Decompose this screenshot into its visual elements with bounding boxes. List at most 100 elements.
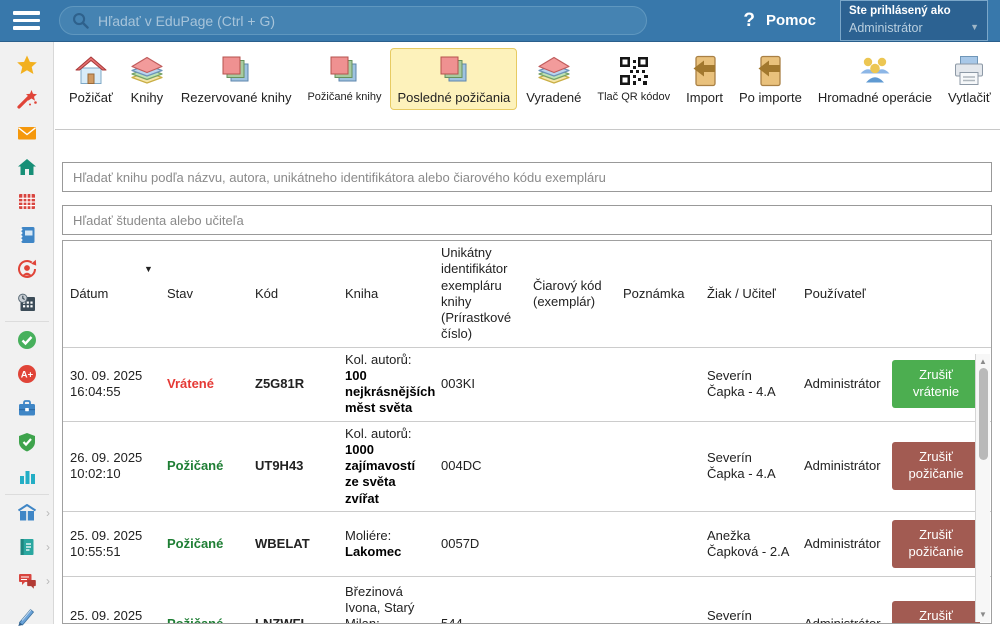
star-icon (16, 54, 38, 76)
search-placeholder: Hľadať v EduPage (Ctrl + G) (98, 13, 275, 29)
book-cards-icon (218, 53, 254, 89)
sidebar-item-messages[interactable]: › (0, 564, 53, 598)
cell-ciarovy-kod (526, 421, 616, 511)
table-row: 30. 09. 2025 16:04:55 Vrátené Z5G81R Kol… (63, 347, 991, 421)
status-badge: Požičané (160, 421, 248, 511)
help-button[interactable]: ? Pomoc (743, 10, 816, 32)
cancel-loan-button[interactable]: Zrušiť požičanie (892, 442, 980, 490)
library-toolbar: Požičať Knihy Rezervované knihy (55, 42, 1000, 130)
sidebar-item-notebook[interactable] (0, 218, 53, 252)
cell-kniha: Kol. autorů: 100 nejkrásnějších měst svě… (338, 347, 434, 421)
chevron-right-icon: › (46, 575, 50, 587)
status-badge: Požičané (160, 576, 248, 624)
scroll-down-icon[interactable]: ▼ (976, 610, 990, 619)
user-menu[interactable]: Ste prihlásený ako Administrátor ▼ (840, 0, 988, 41)
cell-datum: 25. 09. 2025 10:55:51 (63, 511, 160, 576)
logged-in-as-label: Ste prihlásený ako (849, 4, 979, 20)
column-header-poznamka[interactable]: Poznámka (616, 241, 700, 347)
sidebar-item-substitution[interactable] (0, 252, 53, 286)
cell-ziak: Anežka Čapková - 2.A (700, 511, 797, 576)
sidebar-item-attendance[interactable] (0, 323, 53, 357)
house-icon (73, 53, 109, 89)
grades-aplus-icon: A+ (16, 363, 38, 385)
cell-datum: 25. 09. 2025 10:54:52 (63, 576, 160, 624)
sidebar-item-favorites[interactable] (0, 48, 53, 82)
toolbar-button-rezervovane-knihy[interactable]: Rezervované knihy (174, 48, 299, 110)
column-header-identifikator[interactable]: Unikátny identifikátor exempláru knihy (… (434, 241, 526, 347)
pen-icon (16, 604, 38, 626)
topbar: Hľadať v EduPage (Ctrl + G) ? Pomoc Ste … (0, 0, 1000, 42)
toolbar-button-import[interactable]: Import (679, 48, 730, 110)
person-search-input[interactable] (62, 205, 992, 235)
import-icon (752, 53, 788, 89)
people-icon (857, 53, 893, 89)
sidebar-item-pen[interactable] (0, 598, 53, 632)
check-circle-icon (16, 329, 38, 351)
cell-ziak: Severín Čapka - 4.A (700, 576, 797, 624)
column-header-kniha[interactable]: Kniha (338, 241, 434, 347)
sidebar-item-briefcase[interactable] (0, 391, 53, 425)
hamburger-menu-icon[interactable] (13, 7, 40, 34)
sidebar-item-home[interactable] (0, 150, 53, 184)
home-icon (16, 156, 38, 178)
sidebar-item-library[interactable]: › (0, 496, 53, 530)
toolbar-button-vytlacit[interactable]: Vytlačiť (941, 48, 998, 110)
sidebar-item-calendar-clock[interactable] (0, 286, 53, 320)
book-stack-icon (129, 53, 165, 89)
cell-identifikator: 004DC (434, 421, 526, 511)
toolbar-button-vyradene[interactable]: Vyradené (519, 48, 588, 110)
book-search-input[interactable] (62, 162, 992, 192)
toolbar-button-tlac-qr-kodov[interactable]: Tlač QR kódov (590, 48, 677, 108)
question-mark-icon: ? (743, 10, 755, 32)
toolbar-button-hromadne-operacie[interactable]: Hromadné operácie (811, 48, 939, 110)
table-scrollbar[interactable]: ▲ ▼ (975, 354, 990, 622)
book-cards-icon (326, 53, 362, 89)
status-badge: Požičané (160, 511, 248, 576)
sidebar-divider (5, 494, 49, 495)
search-icon (72, 12, 89, 29)
sidebar-item-wizard[interactable] (0, 82, 53, 116)
scroll-up-icon[interactable]: ▲ (976, 357, 990, 366)
timetable-icon (16, 190, 38, 212)
sidebar-item-grades[interactable]: A+ (0, 357, 53, 391)
column-header-kod[interactable]: Kód (248, 241, 338, 347)
column-header-ziak-ucitel[interactable]: Žiak / Učiteľ (700, 241, 797, 347)
column-header-pouzivatel[interactable]: Používateľ (797, 241, 885, 347)
svg-text:A+: A+ (20, 370, 33, 381)
toolbar-button-pozicane-knihy[interactable]: Požičané knihy (300, 48, 388, 108)
toolbar-button-po-importe[interactable]: Po importe (732, 48, 809, 110)
cell-poznamka (616, 511, 700, 576)
chevron-down-icon: ▼ (970, 22, 979, 34)
main-content: Požičať Knihy Rezervované knihy (55, 42, 1000, 624)
chevron-right-icon: › (46, 507, 50, 519)
sidebar-item-shield[interactable] (0, 425, 53, 459)
sidebar-item-timetable[interactable] (0, 184, 53, 218)
user-name: Administrátor (849, 20, 923, 36)
cancel-loan-button[interactable]: Zrušiť požičanie (892, 520, 980, 568)
cell-kniha: Březinová Ivona, Starý Milan: Ilustrovan… (338, 576, 434, 624)
cell-poznamka (616, 347, 700, 421)
cancel-loan-button[interactable]: Zrušiť požičanie (892, 601, 980, 624)
chevron-right-icon: › (46, 541, 50, 553)
cell-poznamka (616, 576, 700, 624)
toolbar-button-posledne-pozicania[interactable]: Posledné požičania (390, 48, 517, 110)
sidebar-item-documents[interactable]: › (0, 530, 53, 564)
column-header-ciarovy-kod[interactable]: Čiarový kód (exemplár) (526, 241, 616, 347)
book-cards-icon (436, 53, 472, 89)
substitution-icon (16, 258, 38, 280)
scrollbar-thumb[interactable] (979, 368, 988, 460)
toolbar-button-pozicat[interactable]: Požičať (62, 48, 120, 110)
sort-desc-icon: ▼ (144, 264, 153, 275)
column-header-datum[interactable]: ▼ Dátum (63, 241, 160, 347)
column-header-stav[interactable]: Stav (160, 241, 248, 347)
sidebar-item-mail[interactable] (0, 116, 53, 150)
sidebar-item-results[interactable] (0, 459, 53, 493)
library-icon (16, 502, 38, 524)
global-search-input[interactable]: Hľadať v EduPage (Ctrl + G) (59, 6, 647, 35)
cell-identifikator: 0057D (434, 511, 526, 576)
shield-check-icon (16, 431, 38, 453)
toolbar-button-knihy[interactable]: Knihy (122, 48, 172, 110)
table-header-row: ▼ Dátum Stav Kód Kniha Unikátny identifi… (63, 241, 991, 347)
cancel-return-button[interactable]: Zrušiť vrátenie (892, 360, 980, 408)
mail-icon (16, 122, 38, 144)
